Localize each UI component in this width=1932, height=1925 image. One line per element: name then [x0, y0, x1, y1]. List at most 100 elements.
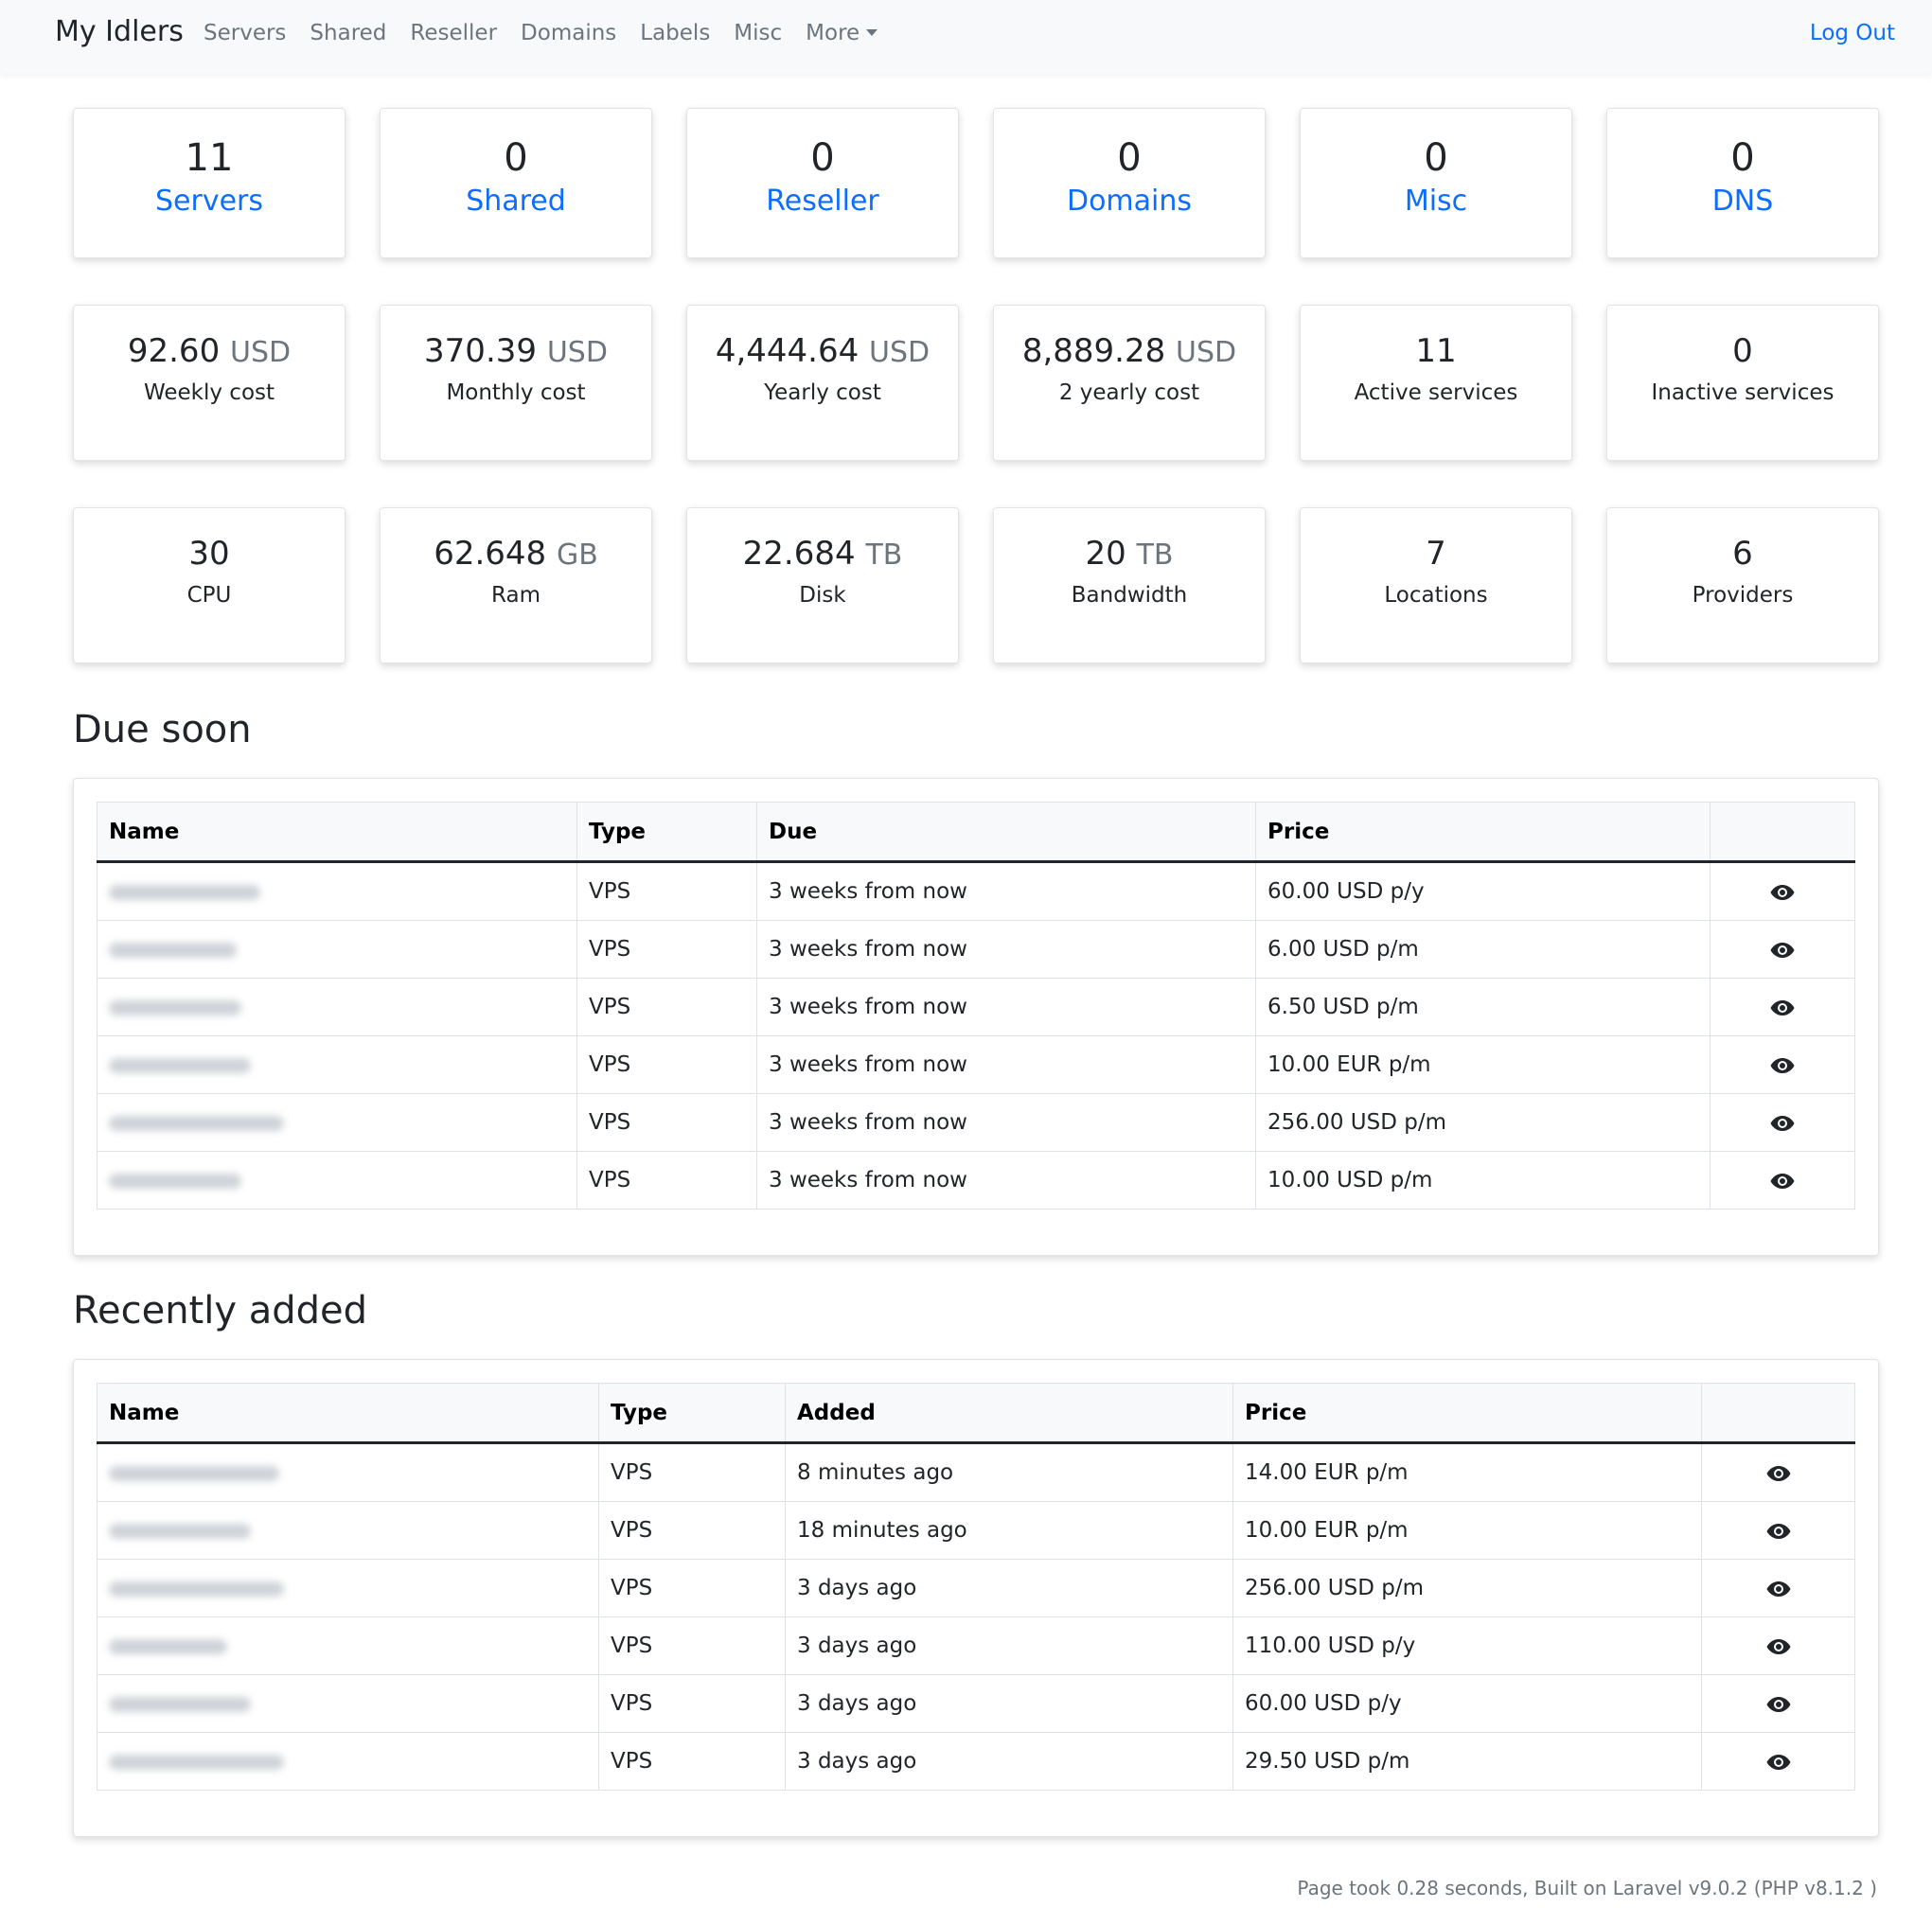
eye-icon[interactable] [1769, 1056, 1796, 1075]
stat-value-line: 7 [1301, 535, 1571, 574]
eye-icon[interactable] [1765, 1637, 1792, 1656]
footer-build-info: Page took 0.28 seconds, Built on Laravel… [1297, 1877, 1877, 1899]
stat-value: 22.684 [742, 535, 856, 573]
logout-link[interactable]: Log Out [1810, 21, 1895, 45]
stat-label: Yearly cost [764, 380, 881, 405]
eye-icon[interactable] [1769, 883, 1796, 902]
count-link-dns[interactable]: DNS [1607, 185, 1878, 218]
table-row: VPS 3 days ago 29.50 USD p/m [97, 1732, 1855, 1791]
actions-cell [1710, 978, 1855, 1036]
stat-card-weekly-cost: 92.60 USD Weekly cost [73, 305, 346, 461]
eye-icon[interactable] [1769, 1114, 1796, 1133]
eye-icon[interactable] [1769, 1172, 1796, 1191]
table-header-row: Name Type Due Price [97, 802, 1855, 863]
column-header-added: Added [785, 1383, 1233, 1444]
table-header-row: Name Type Added Price [97, 1383, 1855, 1444]
table-row: VPS 3 weeks from now 60.00 USD p/y [97, 861, 1855, 921]
blurred-server-name [109, 1465, 279, 1481]
nav-item-domains[interactable]: Domains [521, 21, 616, 45]
price-cell: 60.00 USD p/y [1232, 1674, 1702, 1733]
price-cell: 6.00 USD p/m [1255, 920, 1710, 979]
nav-item-more-label: More [806, 21, 860, 45]
stat-value-line: 62.648 GB [381, 535, 651, 574]
eye-icon[interactable] [1765, 1522, 1792, 1541]
due-cell: 3 weeks from now [756, 1093, 1256, 1152]
count-link-misc[interactable]: Misc [1301, 185, 1571, 218]
stat-value-line: 22.684 TB [687, 535, 958, 574]
stat-value: 7 [1426, 535, 1446, 573]
recently-added-panel: Name Type Added Price VPS 8 minutes ago … [73, 1359, 1879, 1837]
nav-item-misc[interactable]: Misc [734, 21, 782, 45]
blurred-server-name [109, 1173, 241, 1189]
added-cell: 3 days ago [785, 1616, 1233, 1675]
price-cell: 10.00 USD p/m [1255, 1151, 1710, 1210]
added-cell: 3 days ago [785, 1674, 1233, 1733]
stat-value-line: 8,889.28 USD [994, 332, 1265, 371]
column-header-price: Price [1232, 1383, 1702, 1444]
stat-label: Monthly cost [446, 380, 586, 405]
eye-icon[interactable] [1765, 1464, 1792, 1483]
stat-value: 92.60 [127, 332, 221, 370]
nav-item-reseller[interactable]: Reseller [410, 21, 497, 45]
eye-icon[interactable] [1769, 998, 1796, 1017]
due-soon-table: Name Type Due Price VPS 3 weeks from now… [97, 802, 1855, 1210]
actions-cell [1701, 1732, 1855, 1791]
count-card-dns: 0 DNS [1606, 108, 1879, 258]
price-cell: 10.00 EUR p/m [1232, 1501, 1702, 1560]
column-header-type: Type [598, 1383, 786, 1444]
blurred-server-name [109, 1581, 284, 1597]
nav-item-more-dropdown[interactable]: More [806, 21, 878, 45]
due-cell: 3 weeks from now [756, 1035, 1256, 1094]
blurred-server-name [109, 1754, 284, 1770]
count-card-shared: 0 Shared [380, 108, 652, 258]
count-value: 11 [185, 136, 234, 180]
actions-cell [1710, 861, 1855, 921]
navbar: My Idlers Servers Shared Reseller Domain… [0, 0, 1932, 74]
stat-label: Bandwidth [1071, 582, 1188, 608]
table-row: VPS 3 weeks from now 6.50 USD p/m [97, 978, 1855, 1036]
actions-cell [1701, 1559, 1855, 1617]
count-card-misc: 0 Misc [1300, 108, 1572, 258]
stat-value-line: 0 [1607, 332, 1878, 371]
eye-icon[interactable] [1765, 1753, 1792, 1772]
eye-icon[interactable] [1765, 1580, 1792, 1598]
count-link-servers[interactable]: Servers [74, 185, 345, 218]
stat-card-active-services: 11 Active services [1300, 305, 1572, 461]
table-row: VPS 3 weeks from now 256.00 USD p/m [97, 1093, 1855, 1152]
count-card-domains: 0 Domains [993, 108, 1266, 258]
price-cell: 256.00 USD p/m [1232, 1559, 1702, 1617]
stat-card-2-yearly-cost: 8,889.28 USD 2 yearly cost [993, 305, 1266, 461]
nav-item-labels[interactable]: Labels [640, 21, 710, 45]
nav-item-servers[interactable]: Servers [204, 21, 286, 45]
table-row: VPS 3 weeks from now 10.00 EUR p/m [97, 1035, 1855, 1094]
name-cell [97, 1732, 599, 1791]
stat-value-line: 30 [74, 535, 345, 574]
column-header-actions [1710, 802, 1855, 863]
stat-label: Disk [799, 582, 846, 608]
stat-value: 6 [1732, 535, 1753, 573]
actions-cell [1710, 1151, 1855, 1210]
count-link-domains[interactable]: Domains [994, 185, 1265, 218]
blurred-server-name [109, 1523, 251, 1539]
stat-card-yearly-cost: 4,444.64 USD Yearly cost [686, 305, 959, 461]
stat-card-disk: 22.684 TB Disk [686, 507, 959, 663]
actions-cell [1701, 1616, 1855, 1675]
price-cell: 10.00 EUR p/m [1255, 1035, 1710, 1094]
due-soon-heading: Due soon [73, 708, 252, 751]
added-cell: 8 minutes ago [785, 1442, 1233, 1502]
name-cell [97, 861, 577, 921]
stat-value-line: 6 [1607, 535, 1878, 574]
due-cell: 3 weeks from now [756, 920, 1256, 979]
caret-down-icon [866, 29, 878, 36]
eye-icon[interactable] [1765, 1695, 1792, 1714]
count-link-shared[interactable]: Shared [381, 185, 651, 218]
nav-item-shared[interactable]: Shared [310, 21, 386, 45]
column-header-type: Type [576, 802, 757, 863]
name-cell [97, 1093, 577, 1152]
count-link-reseller[interactable]: Reseller [687, 185, 958, 218]
brand-link[interactable]: My Idlers [55, 15, 184, 48]
blurred-server-name [109, 884, 260, 900]
eye-icon[interactable] [1769, 941, 1796, 960]
stat-value: 30 [188, 535, 230, 573]
stat-card-cpu: 30 CPU [73, 507, 346, 663]
